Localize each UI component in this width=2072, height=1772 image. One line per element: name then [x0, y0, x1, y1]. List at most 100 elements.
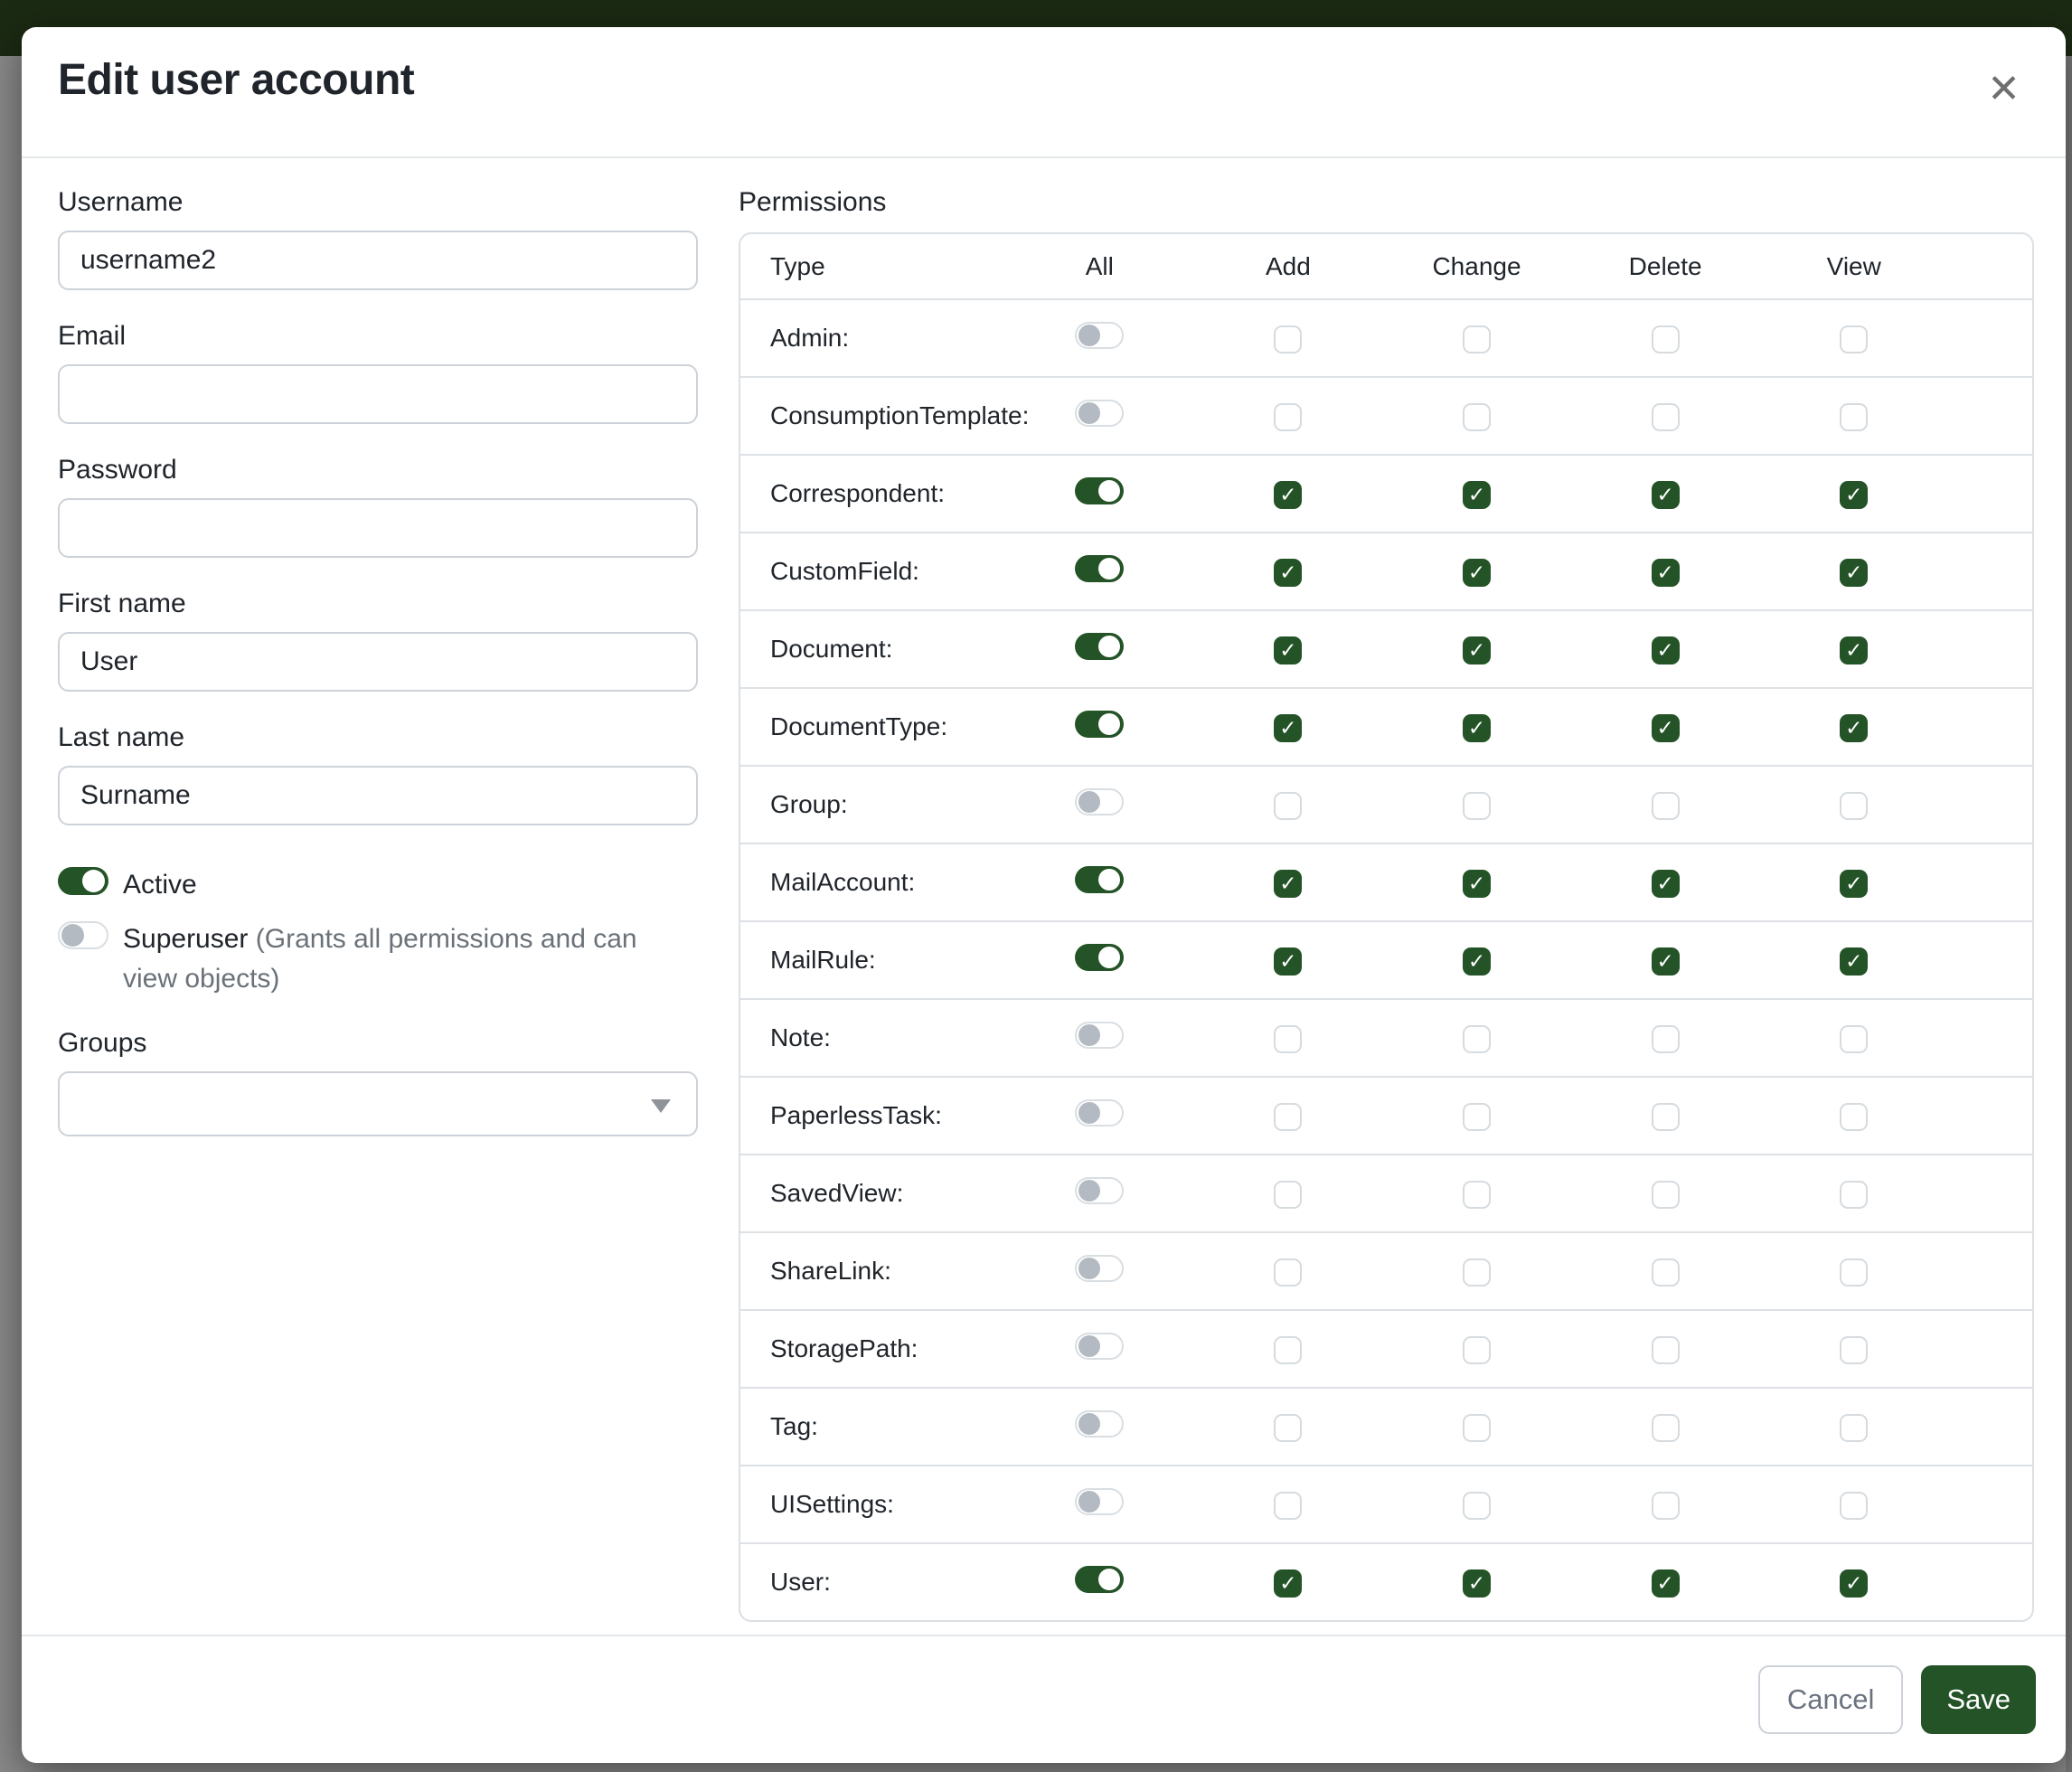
- permission-view-checkbox[interactable]: [1840, 559, 1868, 587]
- permission-add-checkbox[interactable]: [1274, 325, 1302, 353]
- permission-change-checkbox[interactable]: [1463, 636, 1491, 664]
- permission-delete-checkbox[interactable]: [1652, 325, 1680, 353]
- permission-view-checkbox[interactable]: [1840, 1258, 1868, 1287]
- superuser-toggle[interactable]: [58, 921, 108, 949]
- active-toggle[interactable]: [58, 867, 108, 895]
- permission-change-checkbox[interactable]: [1463, 559, 1491, 587]
- username-input[interactable]: [58, 231, 698, 290]
- permission-add-checkbox[interactable]: [1274, 1569, 1302, 1598]
- permission-all-toggle[interactable]: [1075, 1099, 1124, 1126]
- cancel-button[interactable]: Cancel: [1758, 1665, 1904, 1734]
- permission-all-toggle[interactable]: [1075, 322, 1124, 349]
- permission-change-checkbox[interactable]: [1463, 1258, 1491, 1287]
- permission-add-checkbox[interactable]: [1274, 947, 1302, 976]
- permission-change-checkbox[interactable]: [1463, 1569, 1491, 1598]
- permission-change-checkbox[interactable]: [1463, 947, 1491, 976]
- permission-add-checkbox[interactable]: [1274, 1258, 1302, 1287]
- permission-all-toggle[interactable]: [1075, 788, 1124, 815]
- permission-add-checkbox[interactable]: [1274, 636, 1302, 664]
- permission-all-toggle[interactable]: [1075, 1488, 1124, 1515]
- permission-view-checkbox[interactable]: [1840, 481, 1868, 509]
- save-button[interactable]: Save: [1921, 1665, 2036, 1734]
- permission-delete-checkbox[interactable]: [1652, 481, 1680, 509]
- permission-add-checkbox[interactable]: [1274, 481, 1302, 509]
- permission-change-checkbox[interactable]: [1463, 1025, 1491, 1053]
- permission-all-toggle[interactable]: [1075, 944, 1124, 971]
- toggle-knob: [1098, 869, 1120, 891]
- permission-view-checkbox[interactable]: [1840, 1025, 1868, 1053]
- permission-all-toggle[interactable]: [1075, 1022, 1124, 1049]
- permission-delete-checkbox[interactable]: [1652, 1492, 1680, 1520]
- permission-delete-checkbox[interactable]: [1652, 792, 1680, 820]
- permission-change-checkbox[interactable]: [1463, 792, 1491, 820]
- permission-change-checkbox[interactable]: [1463, 403, 1491, 431]
- permission-all-toggle[interactable]: [1075, 400, 1124, 427]
- permission-change-checkbox[interactable]: [1463, 870, 1491, 898]
- last-name-input[interactable]: [58, 766, 698, 825]
- permission-change-checkbox[interactable]: [1463, 1103, 1491, 1131]
- permission-change-checkbox[interactable]: [1463, 1336, 1491, 1364]
- permission-delete-checkbox[interactable]: [1652, 1414, 1680, 1442]
- permission-change-checkbox[interactable]: [1463, 481, 1491, 509]
- permission-all-toggle[interactable]: [1075, 1333, 1124, 1360]
- permission-all-toggle[interactable]: [1075, 1566, 1124, 1593]
- permission-delete-checkbox[interactable]: [1652, 1181, 1680, 1209]
- permission-add-checkbox[interactable]: [1274, 1414, 1302, 1442]
- permission-delete-checkbox[interactable]: [1652, 559, 1680, 587]
- permission-change-checkbox[interactable]: [1463, 325, 1491, 353]
- permission-change-checkbox[interactable]: [1463, 714, 1491, 742]
- permission-change-checkbox[interactable]: [1463, 1414, 1491, 1442]
- permission-delete-checkbox[interactable]: [1652, 947, 1680, 976]
- permission-view-checkbox[interactable]: [1840, 403, 1868, 431]
- password-input[interactable]: [58, 498, 698, 558]
- permission-view-checkbox[interactable]: [1840, 1492, 1868, 1520]
- permission-row: Note:: [740, 999, 2032, 1077]
- permission-all-toggle[interactable]: [1075, 1255, 1124, 1282]
- permission-all-toggle[interactable]: [1075, 633, 1124, 660]
- permission-view-checkbox[interactable]: [1840, 1336, 1868, 1364]
- permission-add-checkbox[interactable]: [1274, 1336, 1302, 1364]
- toggle-knob: [1078, 791, 1100, 813]
- permission-add-checkbox[interactable]: [1274, 403, 1302, 431]
- permission-delete-checkbox[interactable]: [1652, 1103, 1680, 1131]
- permission-view-checkbox[interactable]: [1840, 636, 1868, 664]
- permission-add-checkbox[interactable]: [1274, 559, 1302, 587]
- permission-delete-checkbox[interactable]: [1652, 1569, 1680, 1598]
- permission-change-checkbox[interactable]: [1463, 1181, 1491, 1209]
- permission-delete-checkbox[interactable]: [1652, 870, 1680, 898]
- permission-all-toggle[interactable]: [1075, 477, 1124, 504]
- permission-delete-checkbox[interactable]: [1652, 636, 1680, 664]
- permission-all-toggle[interactable]: [1075, 1177, 1124, 1204]
- permission-add-checkbox[interactable]: [1274, 792, 1302, 820]
- email-input[interactable]: [58, 364, 698, 424]
- permission-delete-checkbox[interactable]: [1652, 403, 1680, 431]
- groups-select[interactable]: [58, 1071, 698, 1136]
- close-button[interactable]: ✕: [1982, 69, 2026, 110]
- permission-view-checkbox[interactable]: [1840, 325, 1868, 353]
- permission-delete-checkbox[interactable]: [1652, 1258, 1680, 1287]
- permission-view-checkbox[interactable]: [1840, 870, 1868, 898]
- permission-delete-checkbox[interactable]: [1652, 714, 1680, 742]
- permission-add-checkbox[interactable]: [1274, 1181, 1302, 1209]
- permission-add-checkbox[interactable]: [1274, 1492, 1302, 1520]
- permission-add-checkbox[interactable]: [1274, 1103, 1302, 1131]
- first-name-input[interactable]: [58, 632, 698, 692]
- permission-add-checkbox[interactable]: [1274, 870, 1302, 898]
- permission-view-checkbox[interactable]: [1840, 1181, 1868, 1209]
- permission-view-checkbox[interactable]: [1840, 1103, 1868, 1131]
- permission-all-toggle[interactable]: [1075, 711, 1124, 738]
- permission-all-toggle[interactable]: [1075, 555, 1124, 582]
- permissions-table: Type All Add Change Delete View Admin:: [739, 232, 2034, 1622]
- permission-add-checkbox[interactable]: [1274, 1025, 1302, 1053]
- permission-delete-checkbox[interactable]: [1652, 1025, 1680, 1053]
- permission-view-checkbox[interactable]: [1840, 792, 1868, 820]
- permission-change-checkbox[interactable]: [1463, 1492, 1491, 1520]
- permission-add-checkbox[interactable]: [1274, 714, 1302, 742]
- permission-view-checkbox[interactable]: [1840, 1414, 1868, 1442]
- permission-all-toggle[interactable]: [1075, 866, 1124, 893]
- permission-view-checkbox[interactable]: [1840, 714, 1868, 742]
- permission-view-checkbox[interactable]: [1840, 947, 1868, 976]
- permission-all-toggle[interactable]: [1075, 1410, 1124, 1437]
- permission-delete-checkbox[interactable]: [1652, 1336, 1680, 1364]
- permission-view-checkbox[interactable]: [1840, 1569, 1868, 1598]
